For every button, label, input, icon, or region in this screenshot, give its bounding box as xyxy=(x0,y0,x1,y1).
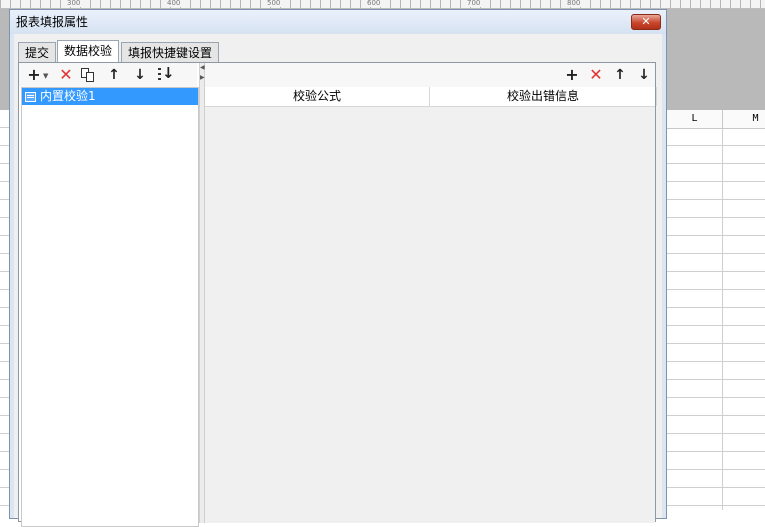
tab-data-validation[interactable]: 数据校验 xyxy=(57,40,120,62)
ruler-tick: 800 xyxy=(566,0,582,7)
dialog-titlebar[interactable]: 报表填报属性 ✕ xyxy=(10,10,666,34)
ruler-tick: 300 xyxy=(66,0,82,7)
close-icon: ✕ xyxy=(641,15,651,28)
move-down-icon[interactable]: ↓ xyxy=(635,66,653,84)
move-down-icon[interactable]: ↓ xyxy=(131,66,149,84)
column-header-error-message[interactable]: 校验出错信息 xyxy=(430,87,657,106)
collapse-left-icon[interactable]: ◀ xyxy=(200,65,205,71)
copy-icon[interactable] xyxy=(81,68,95,82)
ruler-tick: 600 xyxy=(366,0,382,7)
dialog-title: 报表填报属性 xyxy=(16,15,89,29)
formula-grid-header: 校验公式 校验出错信息 xyxy=(205,87,657,107)
horizontal-ruler: 300 400 500 600 700 800 xyxy=(0,0,765,9)
collapse-right-icon[interactable]: ▶ xyxy=(200,75,205,81)
validation-list[interactable]: 内置校验1 xyxy=(21,87,199,527)
add-dropdown-icon[interactable]: + xyxy=(25,66,43,84)
report-fill-properties-dialog: 报表填报属性 ✕ 提交 数据校验 填报快捷键设置 + ▼ ✕ ↑ ↓ ↓ 内置校… xyxy=(9,9,667,527)
tab-submit[interactable]: 提交 xyxy=(18,42,57,62)
add-icon[interactable]: + xyxy=(563,66,581,84)
close-button[interactable]: ✕ xyxy=(631,14,661,30)
list-item[interactable]: 内置校验1 xyxy=(22,88,198,105)
delete-icon[interactable]: ✕ xyxy=(587,66,605,84)
delete-icon[interactable]: ✕ xyxy=(57,66,75,84)
data-validation-panel: + ▼ ✕ ↑ ↓ ↓ 内置校验1 ◀ ▶ + ✕ ↑ ↓ 校验公式 校验出错信… xyxy=(18,62,657,527)
column-header-m[interactable]: M xyxy=(723,110,765,129)
move-up-icon[interactable]: ↑ xyxy=(611,66,629,84)
move-bottom-icon[interactable]: ↓ xyxy=(157,65,175,83)
column-header-formula[interactable]: 校验公式 xyxy=(205,87,430,106)
formula-toolbar: + ✕ ↑ ↓ xyxy=(205,63,655,87)
column-header-l[interactable]: L xyxy=(667,110,723,129)
dialog-body: 提交 数据校验 填报快捷键设置 + ▼ ✕ ↑ ↓ ↓ 内置校验1 ◀ ▶ + … xyxy=(14,34,662,527)
move-up-icon[interactable]: ↑ xyxy=(105,66,123,84)
ruler-tick: 500 xyxy=(266,0,282,7)
ruler-tick: 400 xyxy=(166,0,182,7)
chevron-down-icon[interactable]: ▼ xyxy=(43,72,48,80)
validation-item-icon xyxy=(25,91,36,102)
validation-list-toolbar: + ▼ ✕ ↑ ↓ ↓ xyxy=(19,63,197,87)
formula-grid-body[interactable] xyxy=(205,107,655,523)
ruler-tick: 700 xyxy=(466,0,482,7)
tab-shortcut-settings[interactable]: 填报快捷键设置 xyxy=(121,42,220,62)
validation-item-label: 内置校验1 xyxy=(40,89,96,103)
